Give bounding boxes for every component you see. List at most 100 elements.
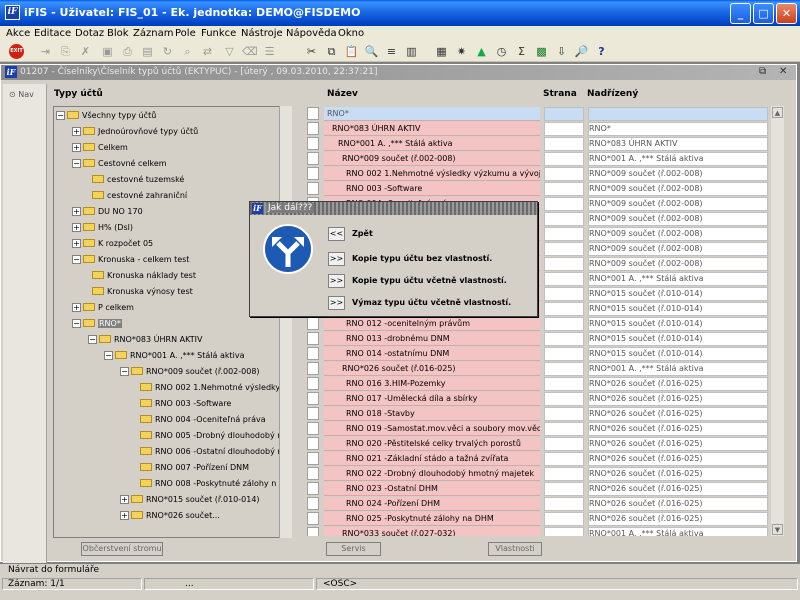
row-parent[interactable]: RNO*026 součet (ř.016-025) <box>588 467 768 481</box>
row-selector[interactable] <box>307 482 319 495</box>
delete-record-icon[interactable]: ✗ <box>78 44 93 59</box>
grid-scrollbar[interactable]: ▲ ▼ <box>771 106 784 536</box>
name-filter-input[interactable]: RNO* <box>324 107 540 121</box>
table-row[interactable]: RNO 019 -Samostat.mov.věci a soubory mov… <box>304 421 768 436</box>
table-row[interactable]: RNO 025 -Poskytnuté zálohy na DHM RNO*026… <box>304 511 768 526</box>
tree-node[interactable]: RNO 005 -Drobný dlouhodobý n <box>140 429 282 443</box>
maximize-button[interactable]: □ <box>753 3 774 24</box>
row-selector[interactable] <box>307 317 319 330</box>
tree-node[interactable]: + H% (Dsl) <box>72 221 133 235</box>
row-name[interactable]: RNO 023 -Ostatní DHM <box>324 482 540 496</box>
tree-node[interactable]: RNO 006 -Ostatní dlouhodobý n <box>140 445 282 459</box>
edit-icon[interactable]: ≡ <box>384 44 399 59</box>
row-parent[interactable]: RNO*001 A. ,*** Stálá aktiva <box>588 152 768 166</box>
row-name[interactable]: RNO*001 A. ,*** Stálá aktiva <box>324 137 540 151</box>
row-side[interactable] <box>544 332 584 346</box>
row-name[interactable]: RNO 003 -Software <box>324 182 540 196</box>
child-close-icon[interactable]: ✕ <box>779 66 787 77</box>
tree-node[interactable]: + RNO*026 součet... <box>120 509 220 523</box>
row-parent[interactable]: RNO*015 součet (ř.010-014) <box>588 287 768 301</box>
row-parent[interactable]: RNO*026 součet (ř.016-025) <box>588 437 768 451</box>
row-side[interactable] <box>544 377 584 391</box>
row-side[interactable] <box>544 482 584 496</box>
row-selector[interactable] <box>307 407 319 420</box>
table-row[interactable]: RNO 023 -Ostatní DHM RNO*026 součet (ř.01… <box>304 481 768 496</box>
row-selector[interactable] <box>307 392 319 405</box>
refresh-tree-button[interactable]: Občerstvení stromu <box>81 542 163 556</box>
table-row[interactable]: RNO 018 -Stavby RNO*026 součet (ř.016-025… <box>304 406 768 421</box>
tree-node[interactable]: − RNO*009 součet (ř.002-008) <box>120 365 260 379</box>
child-restore-icon[interactable]: ⧉ <box>759 66 766 77</box>
insert-record-icon[interactable]: ⇥ <box>38 44 53 59</box>
tree-node[interactable]: + Jednoúrovňové typy účtů <box>72 125 198 139</box>
row-parent[interactable]: RNO*009 součet (ř.002-008) <box>588 182 768 196</box>
row-parent[interactable]: RNO*015 součet (ř.010-014) <box>588 302 768 316</box>
menu-blok[interactable]: Blok <box>107 28 129 39</box>
table-row[interactable]: RNO 024 -Pořízení DHM RNO*026 součet (ř.0… <box>304 496 768 511</box>
side-filter-input[interactable] <box>544 107 584 121</box>
tree-node-selected[interactable]: − RNO* <box>72 317 122 331</box>
settings-icon[interactable]: ✷ <box>454 44 469 59</box>
filter-icon[interactable]: ▽ <box>222 44 237 59</box>
row-name[interactable]: RNO 024 -Pořízení DHM <box>324 497 540 511</box>
minimize-button[interactable]: _ <box>730 3 751 24</box>
row-side[interactable] <box>544 152 584 166</box>
table-row[interactable]: RNO*083 ÚHRN AKTIV RNO* <box>304 121 768 136</box>
row-name[interactable]: RNO 019 -Samostat.mov.věci a soubory mov… <box>324 422 540 436</box>
row-selector[interactable] <box>307 497 319 510</box>
row-parent[interactable]: RNO*015 součet (ř.010-014) <box>588 347 768 361</box>
tree-node[interactable]: + P celkem <box>72 301 134 315</box>
row-name[interactable]: RNO*009 součet (ř.002-008) <box>324 152 540 166</box>
row-side[interactable] <box>544 287 584 301</box>
duplicate-icon[interactable]: ⎘ <box>58 44 73 59</box>
clock-icon[interactable]: ◷ <box>494 44 509 59</box>
row-side[interactable] <box>544 467 584 481</box>
table-row[interactable]: RNO 013 -drobnému DNM RNO*015 součet (ř.0… <box>304 331 768 346</box>
row-selector[interactable] <box>307 422 319 435</box>
row-parent[interactable]: RNO*015 součet (ř.010-014) <box>588 317 768 331</box>
execute-icon[interactable]: ⇄ <box>200 44 215 59</box>
menu-pole[interactable]: Pole <box>175 28 196 39</box>
tree-node[interactable]: cestovné tuzemské <box>92 173 184 187</box>
row-parent[interactable]: RNO*009 součet (ř.002-008) <box>588 212 768 226</box>
save-icon[interactable]: ▣ <box>100 44 115 59</box>
menu-funkce[interactable]: Funkce <box>201 28 236 39</box>
table-row[interactable]: RNO 022 -Drobný dlouhodobý hmotný majete… <box>304 466 768 481</box>
tree-scrollbar[interactable] <box>279 106 292 538</box>
copy-without-properties-button[interactable]: >> <box>328 252 345 266</box>
calendar-icon[interactable]: ▦ <box>434 44 449 59</box>
table-row[interactable]: RNO 014 -ostatnímu DNM RNO*015 součet (ř.… <box>304 346 768 361</box>
row-parent[interactable]: RNO*026 součet (ř.016-025) <box>588 377 768 391</box>
row-name[interactable]: RNO 013 -drobnému DNM <box>324 332 540 346</box>
clear-icon[interactable]: ⌫ <box>242 44 258 59</box>
row-side[interactable] <box>544 302 584 316</box>
row-parent[interactable]: RNO*009 součet (ř.002-008) <box>588 242 768 256</box>
query-icon[interactable]: ⌕ <box>180 44 195 59</box>
row-name[interactable]: RNO 021 -Základní stádo a tažná zvířata <box>324 452 540 466</box>
row-side[interactable] <box>544 242 584 256</box>
row-selector[interactable] <box>307 377 319 390</box>
tree-node[interactable]: − RNO*001 A. ,*** Stálá aktiva <box>104 349 244 363</box>
nav-toggle[interactable]: ⊙ Nav <box>9 90 34 99</box>
row-side[interactable] <box>544 137 584 151</box>
row-side[interactable] <box>544 437 584 451</box>
tree-node[interactable]: Kronuska výnosy test <box>92 285 193 299</box>
help-icon[interactable]: ? <box>594 44 609 59</box>
servis-button[interactable]: Servis <box>326 542 381 556</box>
tree-node[interactable]: − Všechny typy účtů <box>56 109 156 123</box>
sum-icon[interactable]: Σ <box>514 44 529 59</box>
copy-with-properties-button[interactable]: >> <box>328 274 345 288</box>
tree-node[interactable]: cestovné zahraniční <box>92 189 187 203</box>
row-side[interactable] <box>544 272 584 286</box>
row-selector[interactable] <box>307 332 319 345</box>
table-row[interactable]: RNO 020 -Pěstitelské celky trvalých poro… <box>304 436 768 451</box>
row-parent[interactable]: RNO*026 součet (ř.016-025) <box>588 452 768 466</box>
menu-okno[interactable]: Okno <box>338 28 364 39</box>
columns-icon[interactable]: ▥ <box>404 44 419 59</box>
row-parent[interactable]: RNO*026 součet (ř.016-025) <box>588 497 768 511</box>
table-row[interactable]: RNO*009 součet (ř.002-008) RNO*001 A. ,**… <box>304 151 768 166</box>
row-name[interactable]: RNO 012 -ocenitelným právům <box>324 317 540 331</box>
lock-icon[interactable]: ▤ <box>140 44 155 59</box>
row-parent[interactable]: RNO*015 součet (ř.010-014) <box>588 332 768 346</box>
row-parent[interactable]: RNO*026 součet (ř.016-025) <box>588 512 768 526</box>
